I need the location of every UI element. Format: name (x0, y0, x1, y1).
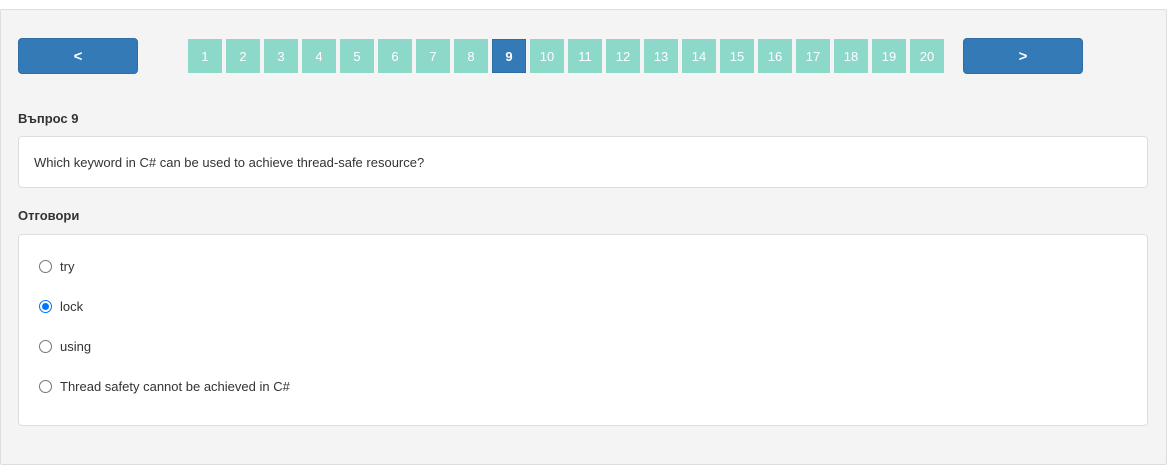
answer-option-try[interactable]: try (39, 256, 74, 276)
page-button-3[interactable]: 3 (264, 39, 298, 73)
answers-heading: Отговори (18, 208, 80, 223)
answer-option-using[interactable]: using (39, 336, 91, 356)
page-button-2[interactable]: 2 (226, 39, 260, 73)
answer-option-no-thread-safety[interactable]: Thread safety cannot be achieved in C# (39, 376, 290, 396)
page-button-16[interactable]: 16 (758, 39, 792, 73)
page-button-8[interactable]: 8 (454, 39, 488, 73)
page-button-6[interactable]: 6 (378, 39, 412, 73)
page-button-13[interactable]: 13 (644, 39, 678, 73)
quiz-panel: < 1 2 3 4 5 6 7 8 9 10 11 12 13 14 15 16… (0, 9, 1167, 465)
page-button-7[interactable]: 7 (416, 39, 450, 73)
answer-option-lock[interactable]: lock (39, 296, 83, 316)
answers-list: try lock using Thread safety cannot be a… (18, 234, 1148, 426)
previous-question-button[interactable]: < (18, 38, 138, 74)
page-button-14[interactable]: 14 (682, 39, 716, 73)
answer-label: lock (60, 298, 84, 314)
page-button-20[interactable]: 20 (910, 39, 944, 73)
answer-label: using (60, 338, 92, 354)
page-button-17[interactable]: 17 (796, 39, 830, 73)
radio-button[interactable] (39, 379, 52, 393)
next-question-button[interactable]: > (963, 38, 1083, 74)
question-text: Which keyword in C# can be used to achie… (34, 154, 425, 170)
page-button-11[interactable]: 11 (568, 39, 602, 73)
page-button-12[interactable]: 12 (606, 39, 640, 73)
answer-label: Thread safety cannot be achieved in C# (60, 378, 290, 394)
answer-label: try (60, 258, 75, 274)
page-button-4[interactable]: 4 (302, 39, 336, 73)
question-pagination: 1 2 3 4 5 6 7 8 9 10 11 12 13 14 15 16 1… (188, 39, 944, 73)
page-button-5[interactable]: 5 (340, 39, 374, 73)
page-button-1[interactable]: 1 (188, 39, 222, 73)
page-button-10[interactable]: 10 (530, 39, 564, 73)
page-button-19[interactable]: 19 (872, 39, 906, 73)
radio-button-selected[interactable] (39, 299, 52, 313)
page-button-15[interactable]: 15 (720, 39, 754, 73)
page-button-18[interactable]: 18 (834, 39, 868, 73)
question-heading: Въпрос 9 (18, 111, 79, 126)
radio-button[interactable] (39, 339, 52, 353)
page-button-9-current[interactable]: 9 (492, 39, 526, 73)
radio-button[interactable] (39, 259, 52, 273)
question-text-box: Which keyword in C# can be used to achie… (18, 136, 1148, 188)
